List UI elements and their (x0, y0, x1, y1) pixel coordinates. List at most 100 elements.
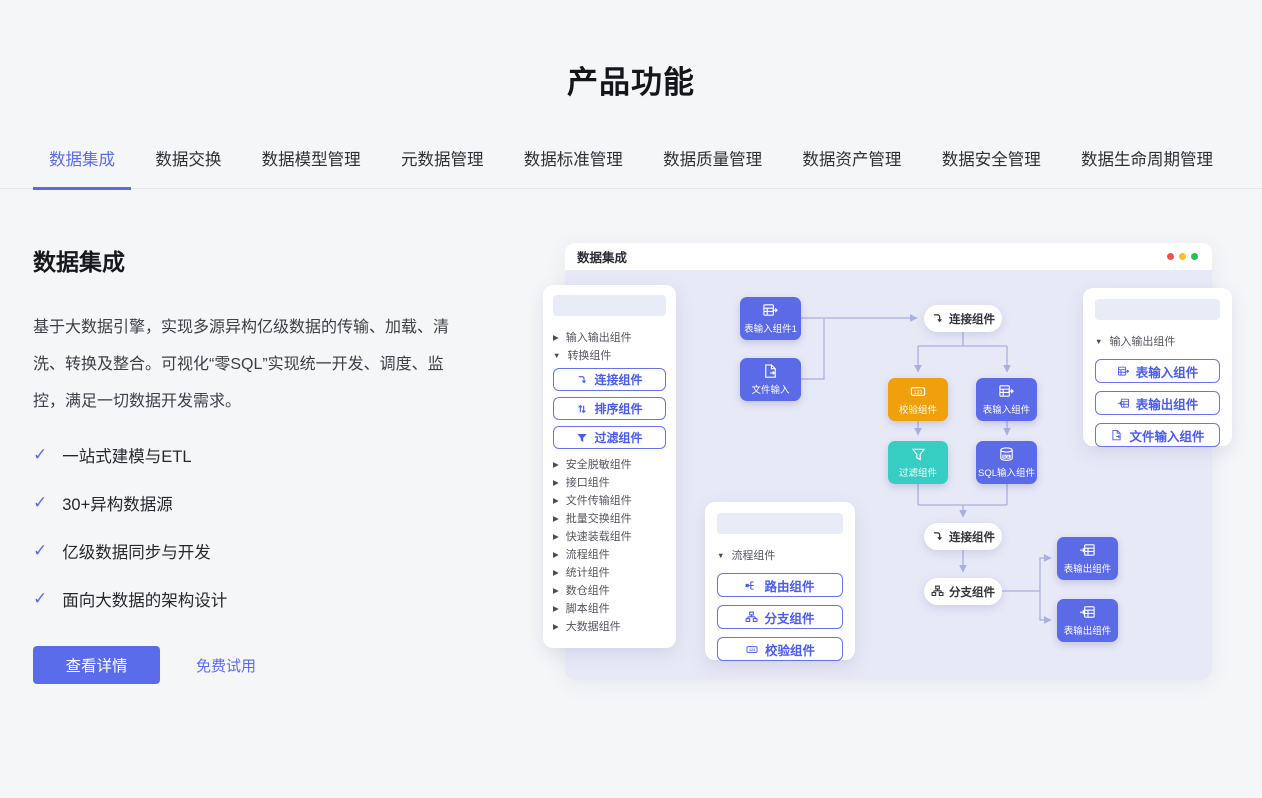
table-input-component-button[interactable]: 表输入组件 (1095, 359, 1220, 383)
tree-group-flow[interactable]: ▶ 流程组件 (553, 545, 666, 563)
connect-icon (931, 312, 944, 325)
search-input[interactable] (1095, 299, 1220, 320)
io-components-panel: ▼ 输入输出组件 表输入组件 表输出组件 (1083, 288, 1232, 446)
file-input-component-button[interactable]: 文件输入组件 (1095, 423, 1220, 447)
sql-icon: SQL (998, 446, 1015, 463)
filter-icon (576, 432, 588, 444)
node-sql-input[interactable]: SQL SQL输入组件 (976, 441, 1037, 484)
list-item: ✓ 30+异构数据源 (33, 491, 483, 515)
view-details-button[interactable]: 查看详情 (33, 646, 160, 684)
connect-icon (931, 530, 944, 543)
caret-right-icon: ▶ (553, 514, 559, 523)
page-title: 产品功能 (0, 57, 1262, 102)
tab-data-standard-management[interactable]: 数据标准管理 (508, 146, 639, 188)
red-dot-icon (1167, 253, 1174, 260)
tree-group-script[interactable]: ▶脚本组件 (553, 599, 666, 617)
tree-group-masking[interactable]: ▶安全脱敏组件 (553, 455, 666, 473)
table-input-icon (1117, 365, 1130, 378)
check-icon: ✓ (33, 493, 47, 513)
tree-label: 流程组件 (731, 547, 775, 563)
validate-component-button[interactable]: 123 校验组件 (717, 637, 843, 661)
connect-component-button[interactable]: 连接组件 (553, 368, 666, 391)
list-item: ✓ 一站式建模与ETL (33, 443, 483, 467)
node-label: 表输入组件 (983, 402, 1031, 416)
node-table-input-2[interactable]: 表输入组件 (976, 378, 1037, 421)
node-label: 校验组件 (899, 402, 937, 416)
node-table-output-2[interactable]: 表输出组件 (1057, 599, 1118, 642)
tree-group-batch-exchange[interactable]: ▶ 批量交换组件 (553, 509, 666, 527)
tree-group-bigdata[interactable]: ▶大数据组件 (553, 617, 666, 635)
tree-group-io[interactable]: ▶ 输入输出组件 (553, 328, 666, 346)
connect-icon (576, 374, 588, 386)
tree-label: 转换组件 (567, 347, 611, 363)
node-filter[interactable]: 过滤组件 (888, 441, 948, 484)
feature-description: 基于大数据引擎，实现多源异构亿级数据的传输、加载、清洗、转换及整合。可视化“零S… (33, 309, 465, 420)
caret-right-icon: ▶ (553, 550, 559, 559)
tree-label: 流程组件 (566, 546, 610, 562)
caret-right-icon: ▶ (553, 532, 559, 541)
tree-group-file-transfer[interactable]: ▶ 文件传输组件 (553, 491, 666, 509)
table-input-icon (998, 383, 1015, 400)
component-tree-panel: ▶ 输入输出组件 ▼ 转换组件 连接组件 排序组件 (543, 285, 676, 648)
feature-bullets: ✓ 一站式建模与ETL ✓ 30+异构数据源 ✓ 亿级数据同步与开发 ✓ 面向大… (33, 443, 483, 611)
caret-right-icon: ▶ (553, 586, 559, 595)
check-icon: ✓ (33, 541, 47, 561)
tab-data-asset-management[interactable]: 数据资产管理 (786, 146, 917, 188)
tree-group-interface[interactable]: ▶接口组件 (553, 473, 666, 491)
flow-components-panel: ▼ 流程组件 路由组件 分支组件 123 (705, 502, 855, 660)
branch-icon (745, 611, 758, 624)
tab-data-quality-management[interactable]: 数据质量管理 (647, 146, 778, 188)
table-output-component-button[interactable]: 表输出组件 (1095, 391, 1220, 415)
tree-group-transform[interactable]: ▼ 转换组件 (553, 346, 666, 364)
tree-group-io-expanded[interactable]: ▼ 输入输出组件 (1095, 332, 1220, 350)
tab-data-integration[interactable]: 数据集成 (33, 146, 131, 190)
tree-label: 批量交换组件 (566, 510, 632, 526)
tab-metadata-management[interactable]: 元数据管理 (385, 146, 500, 188)
traffic-light-icons (1167, 253, 1198, 260)
bullet-label: 亿级数据同步与开发 (62, 539, 211, 563)
sort-component-button[interactable]: 排序组件 (553, 397, 666, 420)
node-connect[interactable]: 连接组件 (924, 305, 1002, 332)
node-label: 分支组件 (949, 584, 995, 600)
search-input[interactable] (553, 295, 666, 316)
node-table-output-1[interactable]: 表输出组件 (1057, 537, 1118, 580)
mock-titlebar: 数据集成 (565, 243, 1212, 270)
button-label: 文件输入组件 (1129, 426, 1204, 445)
tree-label: 脚本组件 (566, 600, 610, 616)
tree-group-fast-load[interactable]: ▶快速装载组件 (553, 527, 666, 545)
node-label: 表输出组件 (1064, 623, 1112, 637)
tab-data-security-management[interactable]: 数据安全管理 (926, 146, 1057, 188)
table-output-icon (1079, 604, 1096, 621)
tree-group-flow-expanded[interactable]: ▼ 流程组件 (717, 546, 843, 564)
branch-component-button[interactable]: 分支组件 (717, 605, 843, 629)
tab-data-lifecycle-management[interactable]: 数据生命周期管理 (1065, 146, 1229, 188)
tab-data-model-management[interactable]: 数据模型管理 (246, 146, 377, 188)
file-input-icon (762, 363, 779, 380)
caret-right-icon: ▶ (553, 496, 559, 505)
tree-label: 数仓组件 (566, 582, 610, 598)
node-connect-2[interactable]: 连接组件 (924, 523, 1002, 550)
tab-data-exchange[interactable]: 数据交换 (139, 146, 237, 188)
node-branch[interactable]: 分支组件 (924, 578, 1002, 605)
tree-label: 文件传输组件 (566, 492, 632, 508)
tree-group-statistics[interactable]: ▶统计组件 (553, 563, 666, 581)
caret-down-icon: ▼ (1095, 337, 1102, 346)
tree-group-warehouse[interactable]: ▶ 数仓组件 (553, 581, 666, 599)
sort-icon (576, 403, 588, 415)
window-title: 数据集成 (577, 247, 627, 266)
route-component-button[interactable]: 路由组件 (717, 573, 843, 597)
free-trial-link[interactable]: 免费试用 (196, 655, 256, 676)
search-input[interactable] (717, 513, 843, 534)
filter-component-button[interactable]: 过滤组件 (553, 426, 666, 449)
node-file-input[interactable]: 文件输入 (740, 358, 801, 401)
table-input-icon (762, 302, 779, 319)
node-label: 表输出组件 (1064, 561, 1112, 575)
caret-right-icon: ▶ (553, 460, 559, 469)
app-mockup: 数据集成 (543, 243, 1235, 683)
button-label: 连接组件 (594, 371, 642, 388)
node-label: 表输入组件1 (744, 321, 797, 335)
feature-detail: 数据集成 基于大数据引擎，实现多源异构亿级数据的传输、加载、清洗、转换及整合。可… (33, 243, 483, 684)
bullet-label: 面向大数据的架构设计 (62, 587, 227, 611)
node-table-input-1[interactable]: 表输入组件1 (740, 297, 801, 340)
node-validate[interactable]: 123 校验组件 (888, 378, 948, 421)
